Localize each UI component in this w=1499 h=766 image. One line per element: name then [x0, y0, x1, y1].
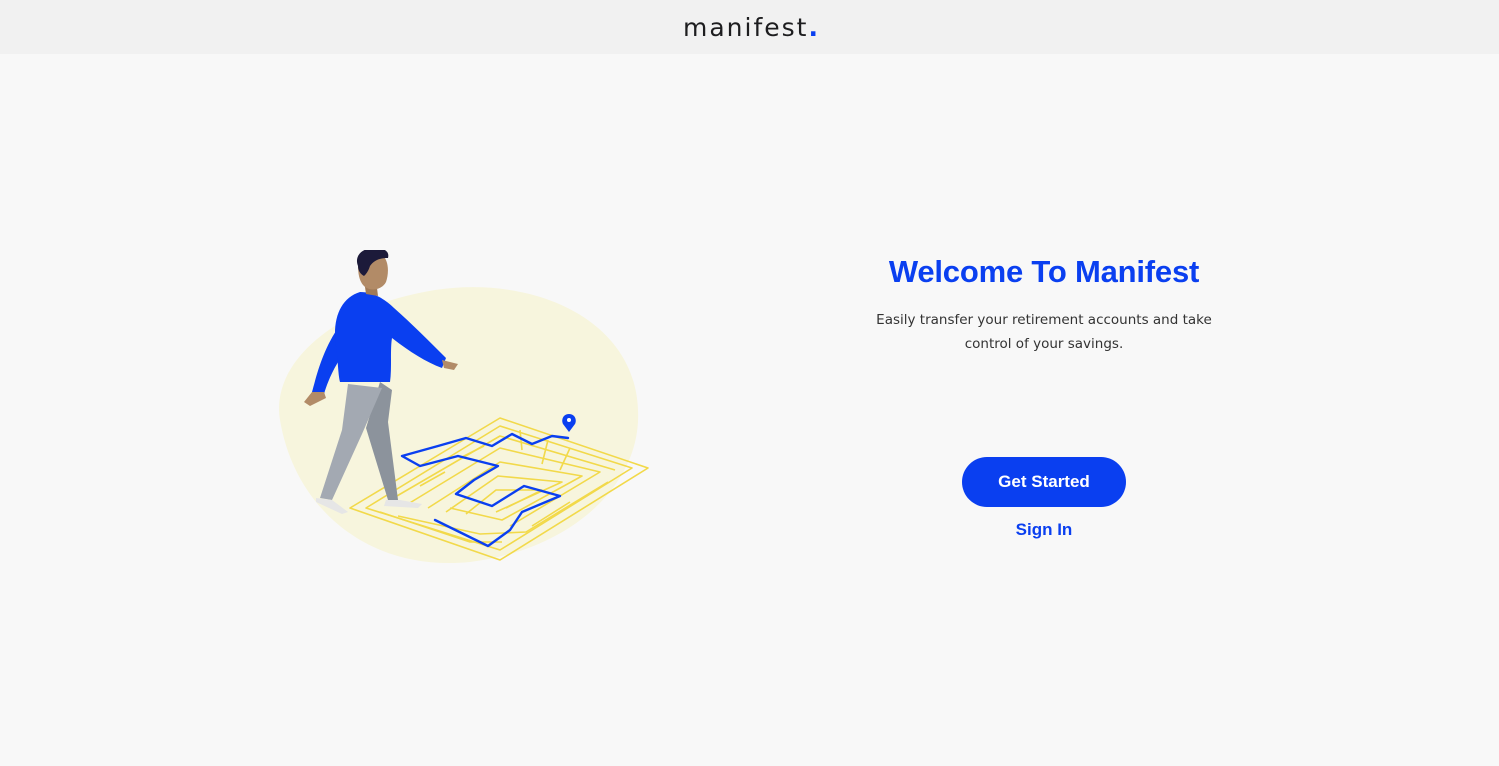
welcome-subtitle: Easily transfer your retirement accounts…: [876, 312, 1212, 352]
get-started-button[interactable]: Get Started: [962, 457, 1126, 507]
main-content: Welcome To Manifest Easily transfer your…: [0, 54, 1499, 766]
top-bar: manifest.: [0, 0, 1499, 54]
welcome-panel: Welcome To Manifest Easily transfer your…: [844, 254, 1244, 540]
logo-dot: .: [808, 12, 820, 42]
logo-text: manifest: [683, 12, 809, 42]
manifest-logo[interactable]: manifest.: [683, 15, 820, 40]
background-blob: [279, 287, 639, 564]
sign-in-link[interactable]: Sign In: [1016, 520, 1073, 540]
person-walking-maze-illustration: [279, 250, 649, 564]
page-title: Welcome To Manifest: [888, 254, 1200, 289]
